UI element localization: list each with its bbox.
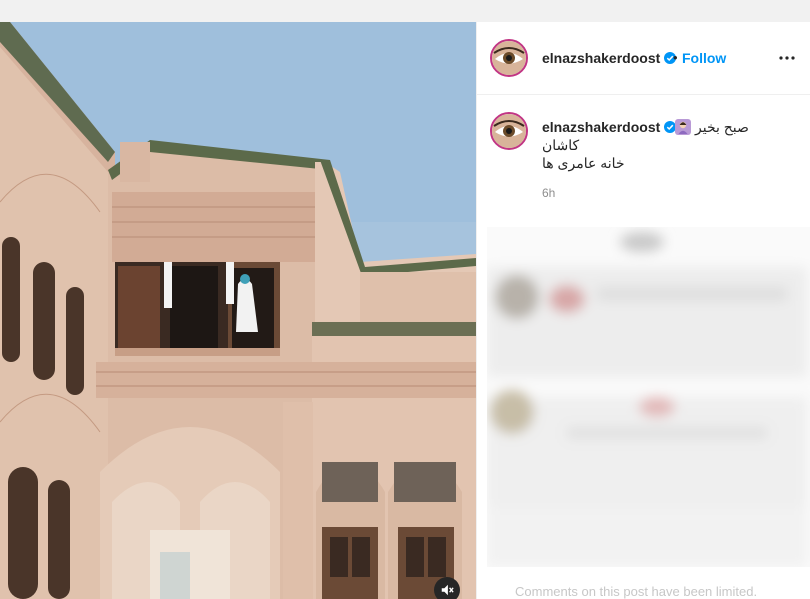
follow-button[interactable]: Follow	[682, 50, 726, 66]
post-timestamp[interactable]: 6h	[542, 186, 555, 200]
top-bar	[0, 0, 810, 22]
caption-line1: صبح بخیر	[695, 119, 749, 135]
caption-line2: کاشان	[542, 137, 580, 153]
post-modal: elnazshakerdoost • Follow elnazshakerdoo…	[0, 22, 810, 599]
woman-emoji-icon	[675, 119, 691, 135]
avatar-eye-icon	[492, 114, 526, 148]
muted-speaker-icon	[441, 584, 454, 596]
caption-username-link[interactable]: elnazshakerdoost	[542, 119, 677, 137]
comments-limited-notice: Comments on this post have been limited.	[515, 584, 758, 599]
post-header: elnazshakerdoost • Follow	[477, 22, 810, 95]
comments-list-blurred	[487, 227, 810, 567]
more-options-button[interactable]	[777, 48, 797, 68]
avatar-eye-icon	[492, 41, 526, 75]
caption-first-line: صبح بخیر	[675, 119, 749, 136]
author-avatar[interactable]	[490, 39, 528, 77]
author-username[interactable]: elnazshakerdoost	[542, 50, 660, 66]
post-side-panel: elnazshakerdoost • Follow elnazshakerdoo…	[476, 22, 810, 599]
header-separator: •	[673, 50, 678, 65]
caption-avatar[interactable]	[490, 112, 528, 150]
media-photo	[0, 22, 476, 599]
blurred-comments	[487, 227, 810, 567]
more-options-icon	[779, 56, 795, 60]
mute-button[interactable]	[434, 577, 460, 599]
author-username-link[interactable]: elnazshakerdoost	[542, 50, 677, 68]
caption-username[interactable]: elnazshakerdoost	[542, 119, 660, 135]
post-media[interactable]	[0, 22, 476, 599]
caption-line3: خانه عامری ها	[542, 155, 625, 171]
